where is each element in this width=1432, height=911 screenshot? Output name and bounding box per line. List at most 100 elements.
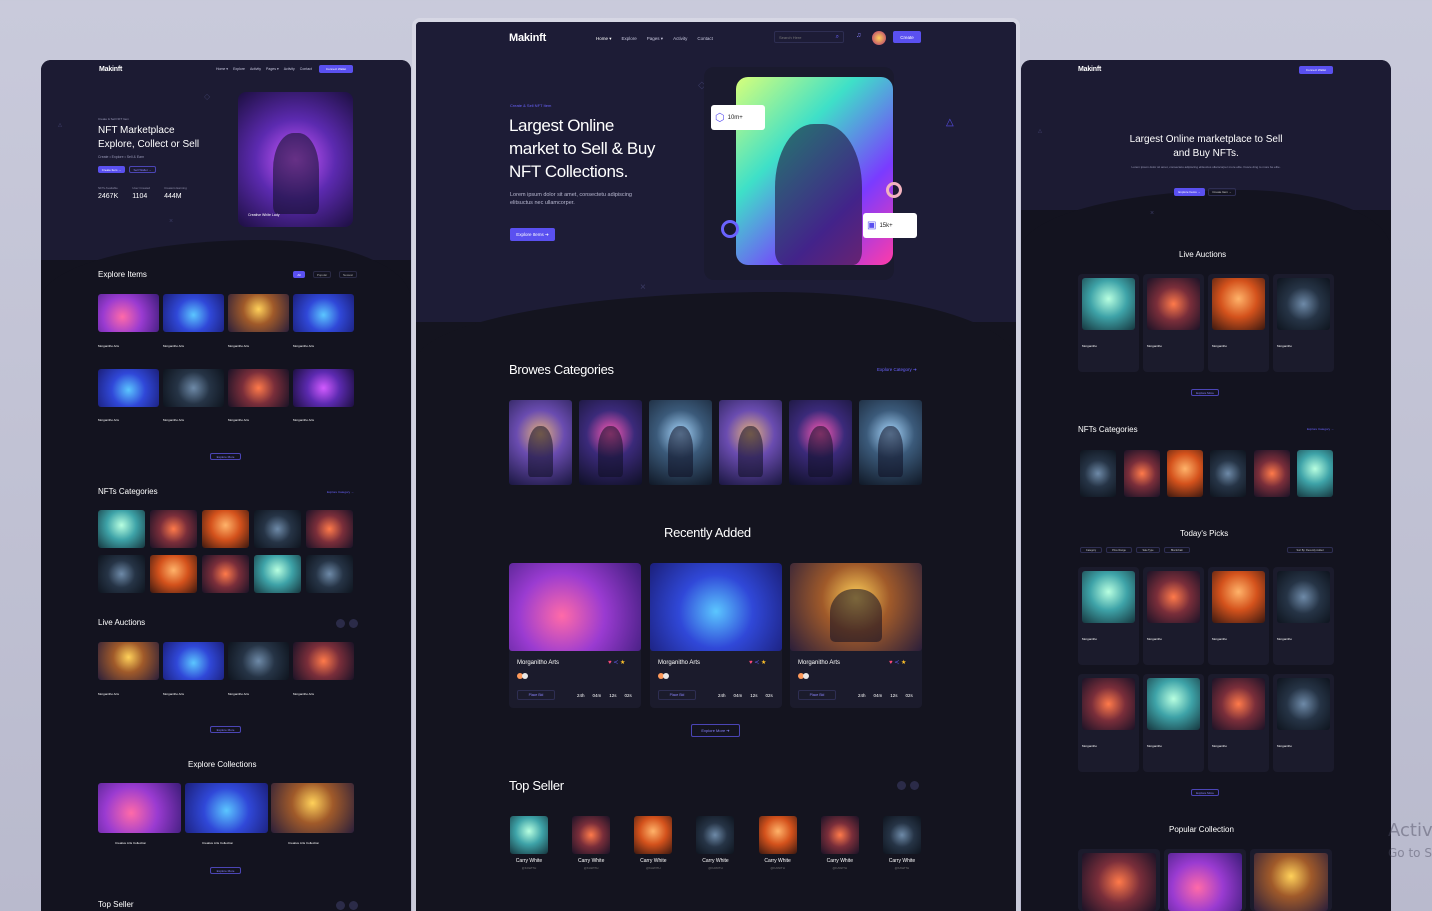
category-thumb[interactable] bbox=[254, 510, 301, 548]
nav-home[interactable]: Home ▾ bbox=[596, 36, 612, 42]
nft-thumb[interactable] bbox=[163, 294, 224, 332]
seller-item[interactable]: Carry White @KAWITH bbox=[820, 816, 860, 870]
filter-popular[interactable]: Popular bbox=[313, 271, 331, 278]
nft-card[interactable]: Morganitho Arts ♥ ≺ ★ Place Bid 24h 04m … bbox=[509, 563, 641, 708]
category-thumb[interactable] bbox=[202, 510, 249, 548]
seller-avatar[interactable] bbox=[758, 816, 797, 854]
nav-home[interactable]: Home ▾ bbox=[216, 67, 228, 71]
nav-explore[interactable]: Explore bbox=[622, 36, 637, 42]
seller-item[interactable]: Carry White @KAWITH bbox=[509, 816, 549, 870]
nft-image[interactable] bbox=[509, 563, 641, 651]
create-item-button[interactable]: Create Item → bbox=[1208, 188, 1236, 196]
logo[interactable]: Makinft bbox=[1078, 66, 1101, 73]
nft-card[interactable]: Morganitho bbox=[1078, 274, 1139, 372]
carousel-arrows[interactable] bbox=[336, 901, 358, 910]
explore-more-button[interactable]: Explore More ➔ bbox=[691, 724, 740, 737]
nft-image[interactable] bbox=[1082, 278, 1135, 330]
nft-image[interactable] bbox=[1277, 278, 1330, 330]
category-thumb[interactable] bbox=[202, 555, 249, 593]
heart-icon[interactable]: ♥ ≺ ★ bbox=[749, 659, 766, 666]
nft-image[interactable] bbox=[1212, 278, 1265, 330]
nft-image[interactable] bbox=[1147, 278, 1200, 330]
sell-wallet-button[interactable]: Sell Wallet → bbox=[129, 166, 156, 173]
nft-thumb[interactable] bbox=[98, 369, 159, 407]
category-thumb[interactable] bbox=[859, 400, 922, 485]
nft-image[interactable] bbox=[790, 563, 922, 651]
category-thumb[interactable] bbox=[509, 400, 572, 485]
nft-card[interactable]: Morganitho bbox=[1143, 274, 1204, 372]
category-thumb[interactable] bbox=[1297, 450, 1333, 497]
nav-contact[interactable]: Contact bbox=[300, 67, 312, 71]
filter-blockchain[interactable]: Blockchain bbox=[1164, 547, 1190, 553]
category-thumb[interactable] bbox=[1124, 450, 1160, 497]
nft-card[interactable]: Morganitho bbox=[1078, 674, 1139, 772]
seller-avatar[interactable] bbox=[510, 816, 548, 854]
nft-thumb[interactable] bbox=[228, 294, 289, 332]
category-thumb[interactable] bbox=[306, 510, 353, 548]
category-thumb[interactable] bbox=[1167, 450, 1203, 497]
nft-card[interactable]: Morganitho bbox=[1273, 567, 1334, 665]
hero-nft-image[interactable]: Creative White Lady bbox=[238, 92, 353, 227]
carousel-arrows[interactable] bbox=[897, 781, 919, 790]
nft-card[interactable]: Morganitho bbox=[1078, 567, 1139, 665]
nft-image[interactable] bbox=[650, 563, 782, 651]
nft-card[interactable]: Morganitho Arts ♥ ≺ ★ Place Bid 24h 04m … bbox=[650, 563, 782, 708]
nft-card[interactable]: Morganitho bbox=[1143, 674, 1204, 772]
collection-thumb[interactable] bbox=[98, 783, 181, 833]
place-bid-button[interactable]: Place Bid bbox=[658, 690, 696, 700]
heart-icon[interactable]: ♥ ≺ ★ bbox=[889, 659, 906, 666]
connect-wallet-button[interactable]: Connect Wallet bbox=[319, 65, 353, 73]
search-icon[interactable]: ⌕ bbox=[836, 34, 839, 41]
nft-thumb[interactable] bbox=[228, 369, 289, 407]
seller-avatar[interactable] bbox=[820, 816, 859, 854]
nft-thumb[interactable] bbox=[228, 642, 289, 680]
explore-more-button[interactable]: Explore More bbox=[210, 726, 241, 733]
category-thumb[interactable] bbox=[1254, 450, 1290, 497]
seller-item[interactable]: Carry White @KAWITH bbox=[758, 816, 798, 870]
nft-thumb[interactable] bbox=[98, 642, 159, 680]
category-thumb[interactable] bbox=[1210, 450, 1246, 497]
filter-category[interactable]: Category bbox=[1080, 547, 1102, 553]
nft-card[interactable]: Morganitho bbox=[1143, 567, 1204, 665]
seller-avatar[interactable] bbox=[572, 816, 611, 854]
filter-newest[interactable]: Newest bbox=[339, 271, 357, 278]
category-thumb[interactable] bbox=[1080, 450, 1116, 497]
nav-activity[interactable]: Activity bbox=[673, 36, 687, 42]
nft-thumb[interactable] bbox=[293, 642, 354, 680]
category-thumb[interactable] bbox=[579, 400, 642, 485]
category-thumb[interactable] bbox=[306, 555, 353, 593]
seller-item[interactable]: Carry White @KAWITH bbox=[633, 816, 673, 870]
collection-card[interactable] bbox=[1078, 849, 1160, 911]
collection-card[interactable] bbox=[1250, 849, 1332, 911]
nav-pages[interactable]: Pages ▾ bbox=[647, 36, 663, 42]
category-thumb[interactable] bbox=[98, 555, 145, 593]
explore-items-button[interactable]: Explore Items → bbox=[1174, 188, 1205, 196]
nav-pages[interactable]: Pages ▾ bbox=[266, 67, 279, 71]
sort-select[interactable]: Sort By: Recently Added bbox=[1287, 547, 1333, 553]
nft-card[interactable]: Morganitho bbox=[1208, 274, 1269, 372]
nav-activity-2[interactable]: Activity bbox=[284, 67, 295, 71]
create-button[interactable]: Create bbox=[893, 31, 921, 43]
category-thumb[interactable] bbox=[150, 555, 197, 593]
seller-avatar[interactable] bbox=[634, 816, 673, 854]
logo[interactable]: Makinft bbox=[99, 66, 122, 73]
explore-category-link[interactable]: Explore Category → bbox=[327, 490, 354, 494]
seller-item[interactable]: Carry White @KAWITH bbox=[571, 816, 611, 870]
category-thumb[interactable] bbox=[254, 555, 301, 593]
create-item-button[interactable]: Create Item → bbox=[98, 166, 125, 173]
explore-more-button[interactable]: Explore More bbox=[210, 867, 241, 874]
seller-avatar[interactable] bbox=[882, 816, 921, 854]
logo[interactable]: Makinft bbox=[509, 32, 546, 44]
nft-card[interactable]: Morganitho bbox=[1273, 674, 1334, 772]
nav-contact[interactable]: Contact bbox=[697, 36, 713, 42]
explore-category-link[interactable]: Explore Category → bbox=[1307, 427, 1334, 431]
connect-wallet-button[interactable]: Connect Wallet bbox=[1299, 66, 1333, 74]
nft-card[interactable]: Morganitho bbox=[1208, 674, 1269, 772]
nft-thumb[interactable] bbox=[163, 369, 224, 407]
collection-thumb[interactable] bbox=[185, 783, 268, 833]
explore-more-button[interactable]: Explore More bbox=[1191, 389, 1219, 396]
nft-thumb[interactable] bbox=[98, 294, 159, 332]
heart-icon[interactable]: ♥ ≺ ★ bbox=[608, 659, 625, 666]
avatar[interactable] bbox=[872, 31, 886, 45]
category-thumb[interactable] bbox=[150, 510, 197, 548]
